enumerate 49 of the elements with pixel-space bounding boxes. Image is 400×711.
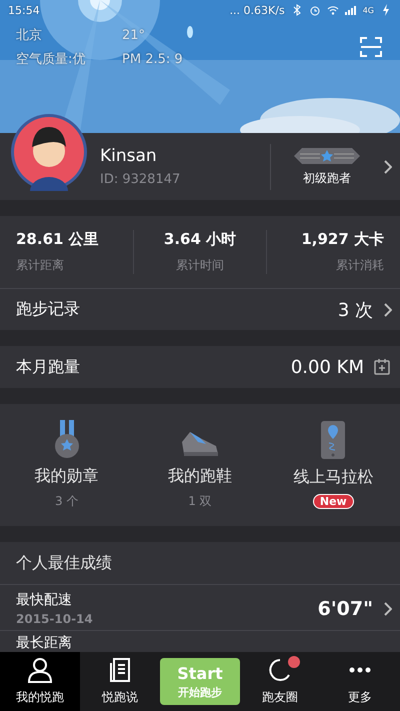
run-records-label: 跑步记录: [16, 299, 80, 320]
chevron-right-icon[interactable]: [383, 302, 392, 316]
user-name: Kinsan: [100, 146, 158, 166]
feature-label: 我的勋章: [34, 466, 99, 487]
user-id: ID: 9328147: [100, 172, 182, 187]
signal-icon: [344, 4, 357, 16]
wifi-icon: [326, 4, 339, 16]
alarm-icon: [308, 4, 321, 16]
chevron-right-icon[interactable]: [383, 160, 392, 174]
network-speed: ... 0.63K/s: [230, 4, 285, 16]
monthly-label: 本月跑量: [16, 356, 80, 378]
chevron-right-icon[interactable]: [383, 602, 392, 616]
monthly-distance: 0.00 KM: [290, 356, 364, 378]
nav-tab[interactable]: 跑友圈: [240, 652, 320, 711]
calendar-icon[interactable]: [374, 359, 390, 375]
bluetooth-icon: [290, 4, 303, 16]
network-type: 4G: [362, 6, 374, 14]
new-badge: New: [312, 494, 354, 509]
record-label: 最快配速: [16, 591, 73, 609]
level-label: 初级跑者: [303, 170, 351, 187]
profile-icon[interactable]: [27, 657, 53, 683]
nav-tab[interactable]: 悦跑说: [80, 652, 160, 711]
charging-icon: [380, 4, 392, 16]
avatar[interactable]: [10, 113, 88, 191]
feature-label: 线上马拉松: [293, 467, 374, 488]
stat-value: 28.61 公里: [16, 230, 100, 249]
rank-icon: [294, 146, 360, 166]
nav-tab[interactable]: 更多: [320, 652, 400, 711]
status-time: 15:54: [8, 4, 40, 16]
scan-icon[interactable]: [360, 37, 382, 57]
stat-label: 累计时间: [176, 257, 224, 274]
record-date: 2015-10-14: [16, 612, 94, 626]
nav-tab[interactable]: 我的悦跑: [0, 652, 80, 711]
city-label: 北京: [16, 27, 43, 44]
feature-count: 1 双: [188, 493, 212, 510]
stat-value: 3.64 小时: [164, 230, 236, 249]
section-title: 个人最佳成绩: [15, 552, 113, 574]
stat-value: 1,927 大卡: [301, 230, 384, 249]
record-value: 6'07": [318, 598, 373, 620]
record-label: 最长距离: [16, 635, 72, 651]
temperature: 21°: [122, 28, 146, 42]
stat-label: 累计距离: [16, 257, 65, 274]
air-quality: 空气质量:优: [16, 51, 86, 68]
feature-label: 我的跑鞋: [168, 466, 232, 487]
stat-label: 累计消耗: [336, 257, 384, 274]
document-icon[interactable]: [107, 657, 133, 683]
run-records-count: 3 次: [338, 298, 373, 322]
pm25-reading: PM 2.5: 9: [122, 52, 184, 66]
feature-count: 3 个: [54, 493, 78, 510]
